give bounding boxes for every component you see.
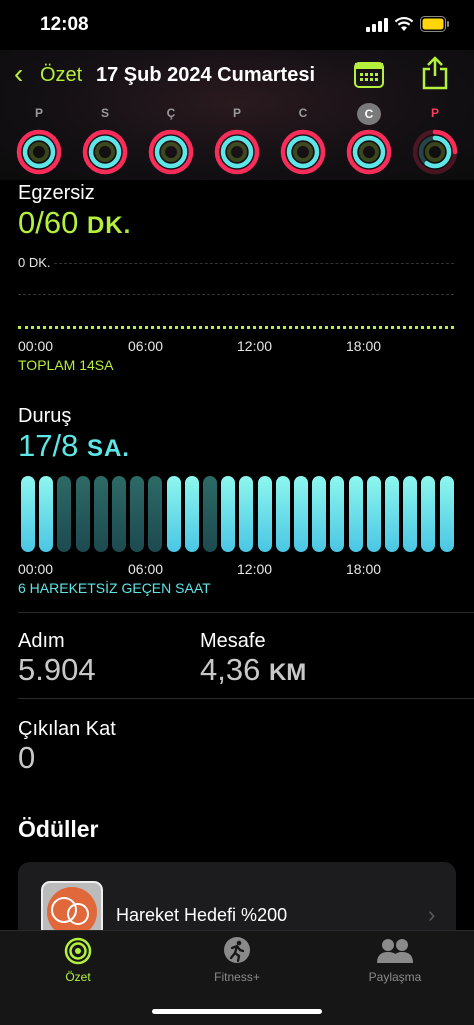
stand-hour-bar <box>330 476 345 552</box>
exercise-baseline <box>18 326 454 329</box>
cellular-signal-icon <box>366 18 388 32</box>
day-letter[interactable]: C <box>291 106 315 120</box>
stand-hour-bar <box>93 476 108 552</box>
status-bar: 12:08 <box>0 0 474 50</box>
steps-value: 5.904 <box>18 652 96 687</box>
calendar-icon[interactable] <box>354 62 384 88</box>
stand-hour-bar <box>421 476 436 552</box>
exercise-unit: DK. <box>86 212 132 239</box>
award-label: Hareket Hedefi %200 <box>116 905 288 925</box>
stand-hour-bar <box>294 476 308 552</box>
activity-rings-icon[interactable] <box>15 128 63 176</box>
tick-label: 06:00 <box>128 338 164 354</box>
floors-label: Çıkılan Kat <box>18 718 116 740</box>
chevron-right-icon: › <box>428 902 436 927</box>
stand-hour-bar <box>21 476 35 552</box>
exercise-title: Egzersiz <box>18 182 95 204</box>
stand-hour-bar <box>403 476 418 552</box>
stand-hour-bar <box>275 476 290 552</box>
battery-icon <box>420 16 449 32</box>
stand-hour-bar <box>385 476 399 552</box>
activity-rings-icon[interactable] <box>81 128 129 176</box>
award-badge-icon <box>41 881 103 936</box>
stand-hour-bar <box>130 476 145 552</box>
day-letter[interactable]: P <box>27 106 51 120</box>
stand-hour-bar <box>57 476 72 552</box>
tick-label: 18:00 <box>346 338 382 354</box>
stand-hour-bar <box>239 476 254 552</box>
day-letter[interactable]: S <box>93 106 117 120</box>
stand-hour-bar <box>257 476 272 552</box>
tick-label: 18:00 <box>346 561 382 577</box>
tab-fitness-plus[interactable]: Fitness+ <box>187 970 287 984</box>
stand-hour-bar <box>112 476 126 552</box>
activity-rings-icon[interactable] <box>213 128 261 176</box>
stand-title: Duruş <box>18 405 72 427</box>
activity-rings-icon[interactable] <box>345 128 393 176</box>
stand-hour-bar <box>75 476 90 552</box>
stand-hour-bar <box>184 476 199 552</box>
stand-hour-bar <box>366 476 381 552</box>
stand-caption: 6 HAREKETSİZ GEÇEN SAAT <box>18 580 211 596</box>
stand-hour-bar <box>39 476 54 552</box>
exercise-value: 0/60 DK. <box>18 205 131 241</box>
activity-rings-icon[interactable] <box>147 128 195 176</box>
stand-value: 17/8 SA. <box>18 428 130 464</box>
tick-label: 00:00 <box>18 338 54 354</box>
page-title: 17 Şub 2024 Cumartesi <box>96 64 315 86</box>
divider <box>18 612 474 613</box>
tick-label: 12:00 <box>237 561 273 577</box>
day-letter[interactable]: P <box>423 106 447 120</box>
distance-number: 4,36 <box>200 652 261 687</box>
distance-label: Mesafe <box>200 630 266 652</box>
floors-value: 0 <box>18 740 36 775</box>
day-letter[interactable]: C <box>357 103 381 125</box>
share-icon[interactable] <box>420 56 450 90</box>
distance-unit: KM <box>268 659 307 686</box>
tick-label: 00:00 <box>18 561 54 577</box>
tab-sharing[interactable]: Paylaşma <box>345 970 445 984</box>
awards-title: Ödüller <box>18 816 99 842</box>
home-indicator <box>152 1009 322 1014</box>
stand-unit: SA. <box>86 435 130 462</box>
steps-label: Adım <box>18 630 65 652</box>
chevron-left-icon[interactable]: ‹ <box>14 60 23 88</box>
fitness-plus-icon[interactable] <box>223 936 251 964</box>
stand-hour-bar <box>312 476 327 552</box>
stand-hour-bar <box>348 476 363 552</box>
summary-rings-icon[interactable] <box>64 937 92 965</box>
day-letter[interactable]: Ç <box>159 106 183 120</box>
exercise-value-number: 0/60 <box>18 205 79 240</box>
stand-hour-bar <box>148 476 163 552</box>
distance-value: 4,36 KM <box>200 652 306 688</box>
gridline <box>18 294 454 295</box>
sharing-icon[interactable] <box>376 938 414 964</box>
back-button[interactable]: Özet <box>40 64 82 87</box>
tab-summary[interactable]: Özet <box>28 970 128 984</box>
tick-label: 12:00 <box>237 338 273 354</box>
activity-rings-icon[interactable] <box>279 128 327 176</box>
gridline <box>54 263 454 264</box>
divider <box>18 698 474 699</box>
exercise-caption: TOPLAM 14SA <box>18 357 114 373</box>
wifi-icon <box>394 17 414 31</box>
stand-hour-bar <box>439 476 454 552</box>
stand-value-number: 17/8 <box>18 428 79 463</box>
tick-label: 06:00 <box>128 561 164 577</box>
stand-hour-bar <box>221 476 236 552</box>
day-letter[interactable]: P <box>225 106 249 120</box>
stand-hour-bar <box>166 476 181 552</box>
activity-rings-icon[interactable] <box>411 128 459 176</box>
stand-hour-bar <box>203 476 217 552</box>
status-time: 12:08 <box>40 14 89 35</box>
exercise-axis-max: 0 DK. <box>18 255 51 270</box>
